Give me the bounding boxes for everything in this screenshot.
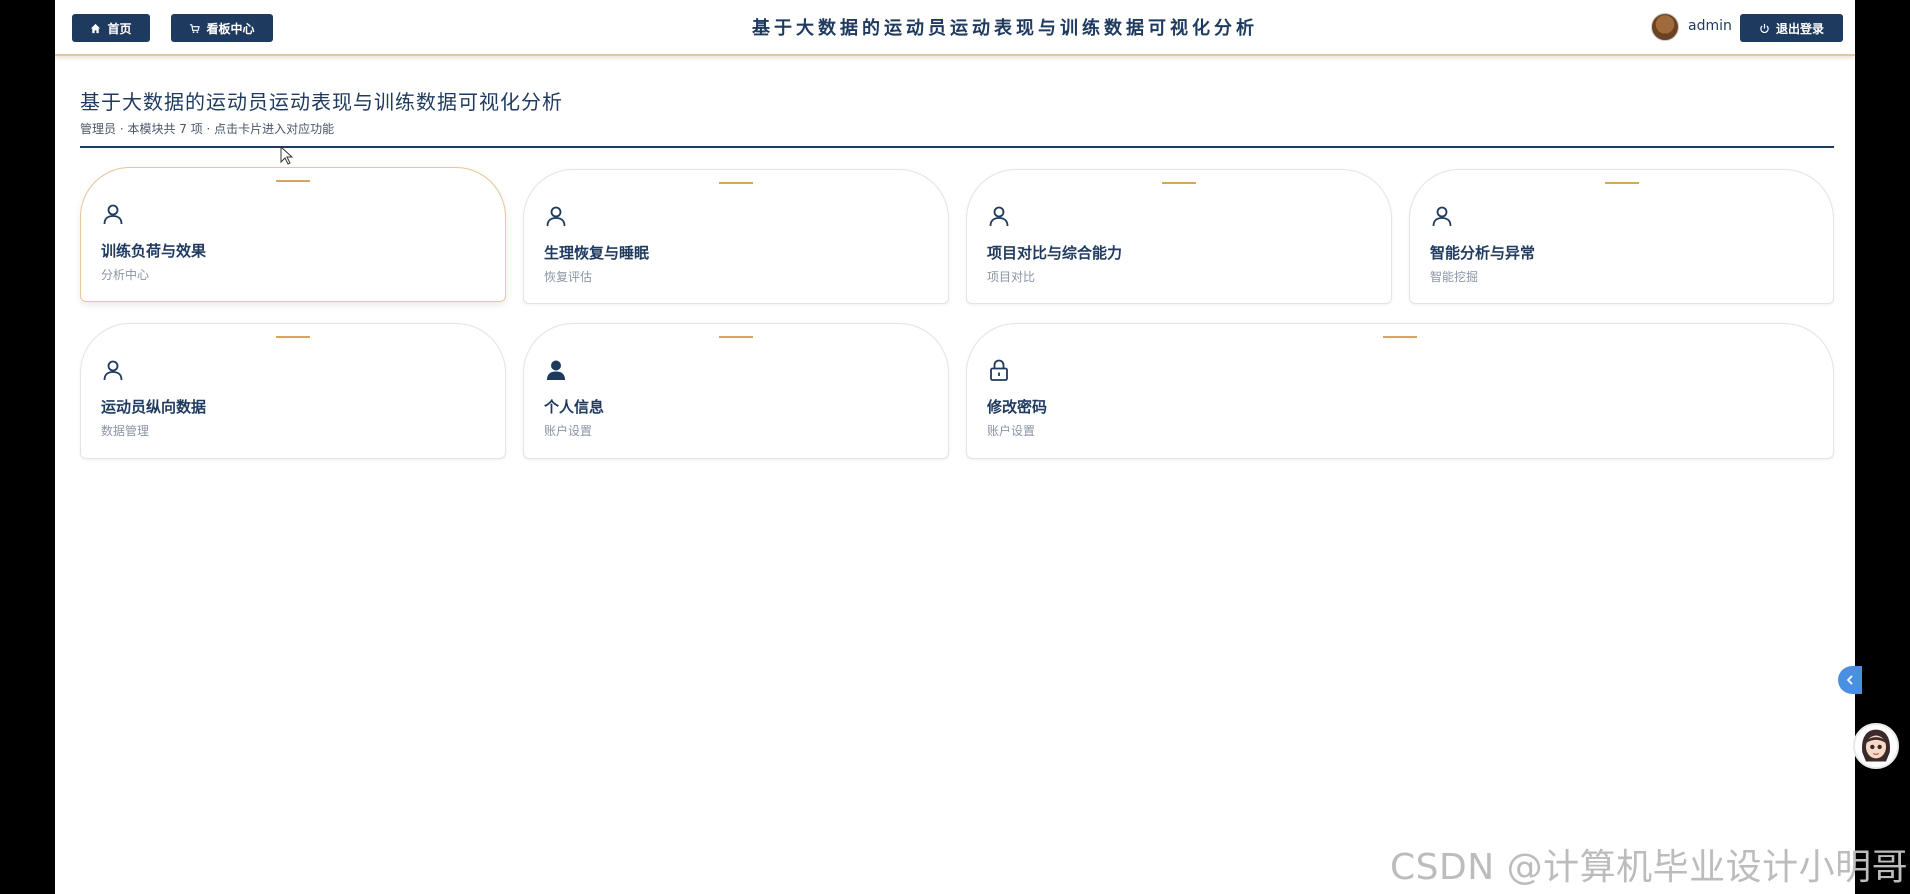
- card-desc: 数据管理: [101, 424, 150, 438]
- card-desc: 账户设置: [544, 424, 593, 438]
- card-smart-analysis[interactable]: 智能分析与异常 智能挖掘: [1409, 169, 1834, 304]
- header-divider: [80, 146, 1834, 148]
- app-page: 首页 看板中心 基于大数据的运动员运动表现与训练数据可视化分析 admin 退出…: [55, 0, 1855, 894]
- home-button[interactable]: 首页: [72, 14, 150, 42]
- card-title: 智能分析与异常: [1430, 244, 1536, 262]
- user-avatar[interactable]: [1651, 13, 1679, 41]
- card-change-password[interactable]: 修改密码 账户设置: [966, 323, 1834, 459]
- card-accent-line: [1162, 182, 1196, 184]
- card-recovery-sleep[interactable]: 生理恢复与睡眠 恢复评估: [523, 169, 949, 304]
- card-title: 生理恢复与睡眠: [544, 244, 650, 262]
- card-desc: 分析中心: [101, 268, 150, 282]
- logout-button[interactable]: 退出登录: [1740, 14, 1843, 42]
- card-accent-line: [276, 336, 310, 338]
- user-outline-icon: [101, 202, 125, 226]
- user-outline-icon: [101, 358, 125, 382]
- card-desc: 恢复评估: [544, 270, 593, 284]
- card-desc: 项目对比: [987, 270, 1036, 284]
- watermark: CSDN @计算机毕业设计小明哥: [1390, 847, 1909, 888]
- mouse-cursor-icon: [280, 145, 294, 166]
- card-title: 训练负荷与效果: [101, 242, 207, 260]
- card-accent-line: [1383, 336, 1417, 338]
- dashboard-center-button[interactable]: 看板中心: [171, 14, 273, 42]
- app-title: 基于大数据的运动员运动表现与训练数据可视化分析: [752, 18, 1258, 39]
- card-project-compare[interactable]: 项目对比与综合能力 项目对比: [966, 169, 1392, 304]
- card-title: 个人信息: [544, 398, 605, 416]
- page-title: 基于大数据的运动员运动表现与训练数据可视化分析: [80, 90, 563, 114]
- card-accent-line: [719, 336, 753, 338]
- cart-icon: [190, 23, 201, 33]
- user-outline-icon: [1430, 204, 1454, 228]
- lock-icon: [987, 358, 1011, 382]
- card-desc: 账户设置: [987, 424, 1036, 438]
- chevron-left-icon: [1846, 675, 1853, 685]
- card-desc: 智能挖掘: [1430, 270, 1479, 284]
- user-outline-icon: [987, 204, 1011, 228]
- card-accent-line: [1604, 182, 1639, 184]
- card-title: 项目对比与综合能力: [987, 244, 1123, 262]
- card-athlete-longitudinal[interactable]: 运动员纵向数据 数据管理: [80, 323, 506, 459]
- card-accent-line: [719, 182, 753, 184]
- collapse-side-tab[interactable]: [1838, 666, 1862, 694]
- card-profile[interactable]: 个人信息 账户设置: [523, 323, 949, 459]
- home-icon: [91, 23, 101, 33]
- assistant-avatar-button[interactable]: [1853, 723, 1899, 769]
- user-filled-icon: [544, 358, 568, 382]
- top-bar: 首页 看板中心 基于大数据的运动员运动表现与训练数据可视化分析 admin 退出…: [55, 0, 1855, 56]
- power-icon: [1760, 23, 1769, 33]
- card-title: 运动员纵向数据: [101, 398, 207, 416]
- user-outline-icon: [544, 204, 568, 228]
- logout-label: 退出登录: [1775, 21, 1824, 36]
- assistant-face-icon: [1855, 725, 1897, 767]
- card-training-load[interactable]: 训练负荷与效果 分析中心: [80, 167, 506, 302]
- dashboard-center-label: 看板中心: [206, 21, 255, 36]
- home-label: 首页: [107, 21, 132, 36]
- username: admin: [1688, 18, 1732, 34]
- card-title: 修改密码: [987, 398, 1048, 416]
- card-accent-line: [276, 180, 310, 182]
- page-subtitle: 管理员 · 本模块共 7 项 · 点击卡片进入对应功能: [80, 122, 335, 136]
